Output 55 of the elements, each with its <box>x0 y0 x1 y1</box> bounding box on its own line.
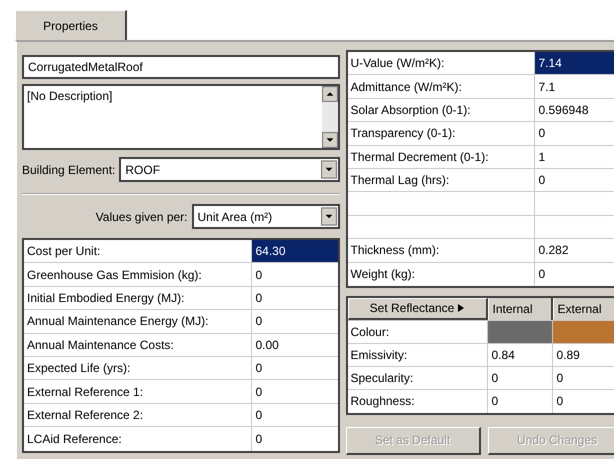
grid-value[interactable]: 0 <box>252 263 338 286</box>
grid-label: Roughness: <box>348 390 488 413</box>
grid-label: Specularity: <box>348 366 488 389</box>
grid-label: Admittance (W/m²K): <box>348 75 534 98</box>
grid-value[interactable]: 0.84 <box>488 344 552 366</box>
grid-label: Initial Embodied Energy (MJ): <box>24 286 252 310</box>
grid-label: Transparency (0-1): <box>348 122 534 145</box>
grid-value[interactable]: 0.282 <box>534 239 614 262</box>
values-given-per-label: Values given per: <box>96 210 188 224</box>
building-element-dropdown[interactable]: ROOF <box>119 157 340 182</box>
scroll-down-icon[interactable] <box>322 132 338 148</box>
grid-value[interactable]: 0.00 <box>252 334 338 356</box>
grid-value[interactable]: 0 <box>252 356 338 380</box>
grid-value[interactable]: 7.1 <box>534 75 614 98</box>
triangle-right-icon <box>458 304 464 312</box>
colour-swatch[interactable] <box>552 320 614 343</box>
grid-value[interactable]: 0 <box>534 262 614 286</box>
grid-value[interactable]: 0 <box>488 366 552 389</box>
set-reflectance-button[interactable]: Set Reflectance <box>348 298 488 320</box>
grid-value[interactable]: 0 <box>534 168 614 192</box>
grid-label: Thermal Lag (hrs): <box>348 168 534 192</box>
grid-value[interactable]: 0 <box>552 366 614 389</box>
colour-swatch[interactable] <box>488 320 552 343</box>
grid-value[interactable]: 1 <box>534 146 614 168</box>
properties-tab[interactable]: Properties <box>15 10 127 40</box>
grid-value[interactable]: 0 <box>534 122 614 145</box>
grid-label: Annual Maintenance Costs: <box>24 334 252 356</box>
scrollbar[interactable] <box>322 86 338 148</box>
grid-value[interactable]: 0 <box>252 286 338 310</box>
grid-value[interactable]: 0 <box>488 390 552 413</box>
grid-value[interactable]: 0.89 <box>552 344 614 366</box>
grid-label: Annual Maintenance Energy (MJ): <box>24 310 252 333</box>
values-given-per-dropdown[interactable]: Unit Area (m²) <box>192 204 340 229</box>
grid-label: Emissivity: <box>348 344 488 366</box>
grid-value[interactable]: 64.30 <box>252 240 338 262</box>
grid-label: Greenhouse Gas Emmision (kg): <box>24 263 252 286</box>
grid-label: Thermal Decrement (0-1): <box>348 146 534 168</box>
scroll-up-icon[interactable] <box>322 86 338 102</box>
grid-value[interactable]: 0 <box>552 390 614 413</box>
grid-value[interactable]: 7.14 <box>534 52 614 74</box>
description-field[interactable]: [No Description] <box>22 84 340 150</box>
name-field[interactable]: CorrugatedMetalRoof <box>22 55 340 79</box>
grid-label: Weight (kg): <box>348 262 534 286</box>
grid-label: Solar Absorption (0-1): <box>348 98 534 122</box>
grid-label: External Reference 1: <box>24 380 252 403</box>
grid-value[interactable]: 0 <box>252 310 338 333</box>
grid-value[interactable]: 0 <box>252 380 338 403</box>
grid-label: LCAid Reference: <box>24 427 252 451</box>
grid-label: Thickness (mm): <box>348 239 534 262</box>
grid-label: External Reference 2: <box>24 404 252 426</box>
grid-value[interactable]: 0 <box>252 404 338 426</box>
grid-value[interactable]: 0.596948 <box>534 98 614 122</box>
building-element-label: Building Element: <box>22 162 116 176</box>
grid-value[interactable]: 0 <box>252 427 338 451</box>
grid-label: Expected Life (yrs): <box>24 356 252 380</box>
